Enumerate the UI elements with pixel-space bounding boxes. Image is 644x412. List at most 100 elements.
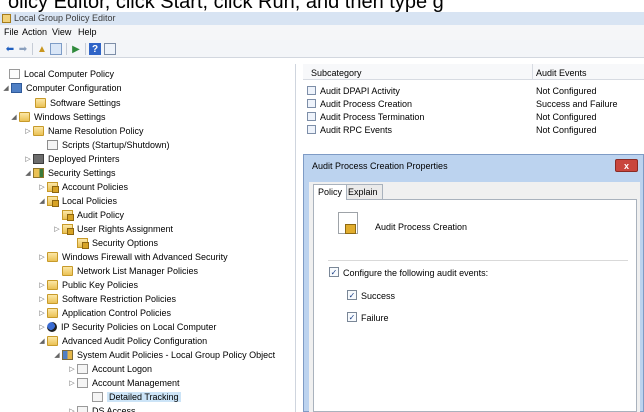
audit-category-icon (77, 406, 88, 412)
tree-node[interactable]: Detailed Tracking (83, 390, 181, 404)
tab-policy[interactable]: Policy (313, 184, 348, 200)
column-header-subcategory[interactable]: Subcategory (311, 68, 362, 78)
tree-node-label: Application Control Policies (62, 308, 172, 318)
tree-node[interactable]: ▷ Software Restriction Policies (38, 292, 176, 306)
expand-arrow-icon[interactable]: ▷ (24, 127, 32, 135)
properties-icon[interactable] (104, 43, 116, 55)
tree-node-label: Computer Configuration (26, 83, 122, 93)
tree-node[interactable]: ◢ Local Policies (38, 194, 117, 208)
tree-node-label: Scripts (Startup/Shutdown) (62, 140, 170, 150)
failure-label[interactable]: Failure (361, 313, 389, 323)
list-row[interactable]: Audit DPAPI Activity Not Configured (303, 84, 644, 97)
tree-node[interactable]: ◢ Advanced Audit Policy Configuration (38, 334, 207, 348)
policy-item-icon (307, 125, 316, 134)
menu-view[interactable]: View (52, 27, 71, 37)
tree-node[interactable]: ▷ Windows Firewall with Advanced Security (38, 250, 228, 264)
tree-node[interactable]: ▷ Deployed Printers (24, 152, 120, 166)
tab-explain[interactable]: Explain (343, 184, 383, 199)
ip-security-icon (47, 322, 57, 332)
folder-icon (47, 294, 58, 304)
export-list-icon[interactable]: ▶ (70, 43, 82, 55)
failure-checkbox[interactable]: ✓ (347, 312, 357, 322)
folder-icon (47, 252, 58, 262)
expand-arrow-icon[interactable]: ▷ (53, 225, 61, 233)
tree-node[interactable]: ◢ Computer Configuration (2, 81, 122, 95)
expand-arrow-icon[interactable]: ▷ (38, 323, 46, 331)
expand-arrow-icon[interactable]: ▷ (38, 295, 46, 303)
expand-arrow-icon[interactable]: ▷ (68, 379, 76, 387)
tree-node-label: System Audit Policies - Local Group Poli… (77, 350, 276, 360)
tree-node[interactable]: ▷ Name Resolution Policy (24, 124, 144, 138)
tree-node-label: Security Settings (48, 168, 116, 178)
folder-icon (47, 336, 58, 346)
menu-file[interactable]: File (4, 27, 19, 37)
policy-item-icon (307, 86, 316, 95)
group-policy-object-icon (62, 350, 73, 360)
menu-action[interactable]: Action (22, 27, 47, 37)
tree-node[interactable]: ▷ Public Key Policies (38, 278, 138, 292)
up-folder-icon[interactable]: ▲ (36, 43, 48, 55)
expand-arrow-icon[interactable]: ▷ (38, 281, 46, 289)
collapse-arrow-icon[interactable]: ◢ (38, 337, 46, 345)
console-tree[interactable]: Local Computer Policy ◢ Computer Configura… (0, 64, 296, 412)
tree-node[interactable]: Network List Manager Policies (53, 264, 198, 278)
tree-node-label: Name Resolution Policy (48, 126, 144, 136)
tree-node[interactable]: ◢ System Audit Policies - Local Group Pol… (53, 348, 275, 362)
collapse-arrow-icon[interactable]: ◢ (38, 197, 46, 205)
forward-arrow-icon[interactable]: ➡ (17, 43, 29, 55)
list-header: Subcategory Audit Events (303, 64, 644, 80)
configure-label[interactable]: Configure the following audit events: (343, 268, 488, 278)
expand-arrow-icon[interactable]: ▷ (24, 155, 32, 163)
expand-arrow-icon[interactable]: ▷ (38, 309, 46, 317)
expand-arrow-icon[interactable]: ▷ (68, 407, 76, 412)
expand-arrow-icon[interactable]: ▷ (38, 183, 46, 191)
collapse-arrow-icon[interactable]: ◢ (2, 84, 10, 92)
folder-icon (47, 280, 58, 290)
list-row[interactable]: Audit Process Termination Not Configured (303, 110, 644, 123)
tree-node-label: DS Access (92, 406, 136, 412)
expand-arrow-icon[interactable]: ▷ (38, 253, 46, 261)
tree-node[interactable]: ▷ IP Security Policies on Local Computer (38, 320, 216, 334)
list-row[interactable]: Audit Process Creation Success and Failu… (303, 97, 644, 110)
column-header-audit-events[interactable]: Audit Events (536, 68, 587, 78)
tree-node[interactable]: Local Computer Policy (0, 67, 114, 81)
tree-node-label: Advanced Audit Policy Configuration (62, 336, 208, 346)
back-arrow-icon[interactable]: ⬅ (4, 43, 16, 55)
tree-node-label: Local Computer Policy (24, 69, 115, 79)
list-row[interactable]: Audit RPC Events Not Configured (303, 123, 644, 136)
tree-node-label: Audit Policy (77, 210, 125, 220)
tree-node[interactable]: ◢ Windows Settings (10, 110, 106, 124)
tree-node[interactable]: Audit Policy (53, 208, 124, 222)
collapse-arrow-icon[interactable]: ◢ (53, 351, 61, 359)
close-icon[interactable]: x (615, 159, 638, 172)
success-label[interactable]: Success (361, 291, 395, 301)
window-title: Local Group Policy Editor (14, 13, 116, 23)
security-folder-icon (62, 224, 74, 235)
help-icon[interactable]: ? (89, 43, 101, 55)
column-divider[interactable] (532, 64, 533, 80)
tree-node[interactable]: ▷ Account Policies (38, 180, 128, 194)
tree-node[interactable]: ▷ Application Control Policies (38, 306, 171, 320)
tree-node[interactable]: Scripts (Startup/Shutdown) (38, 138, 170, 152)
tree-node[interactable]: ▷ Account Management (68, 376, 180, 390)
tree-node[interactable]: Security Options (68, 236, 158, 250)
configure-checkbox[interactable]: ✓ (329, 267, 339, 277)
expand-arrow-icon[interactable]: ▷ (68, 365, 76, 373)
collapse-arrow-icon[interactable]: ◢ (24, 169, 32, 177)
tree-node[interactable]: ▷ User Rights Assignment (53, 222, 173, 236)
row-subcategory: Audit Process Termination (320, 112, 425, 122)
security-settings-icon (33, 168, 44, 178)
show-hide-tree-icon[interactable] (50, 43, 62, 55)
collapse-arrow-icon[interactable]: ◢ (10, 113, 18, 121)
tree-node[interactable]: ◢ Security Settings (24, 166, 116, 180)
dialog-body: Policy Explain Audit Process Creation ✓ … (309, 182, 640, 412)
dialog-title: Audit Process Creation Properties (312, 161, 448, 171)
tree-node-label: Network List Manager Policies (77, 266, 199, 276)
row-subcategory: Audit Process Creation (320, 99, 413, 109)
tree-node[interactable]: ▷ DS Access (68, 404, 136, 412)
tree-node[interactable]: Software Settings (26, 96, 121, 110)
success-checkbox[interactable]: ✓ (347, 290, 357, 300)
menu-help[interactable]: Help (78, 27, 97, 37)
tree-node[interactable]: ▷ Account Logon (68, 362, 152, 376)
row-audit-events: Not Configured (536, 112, 597, 122)
